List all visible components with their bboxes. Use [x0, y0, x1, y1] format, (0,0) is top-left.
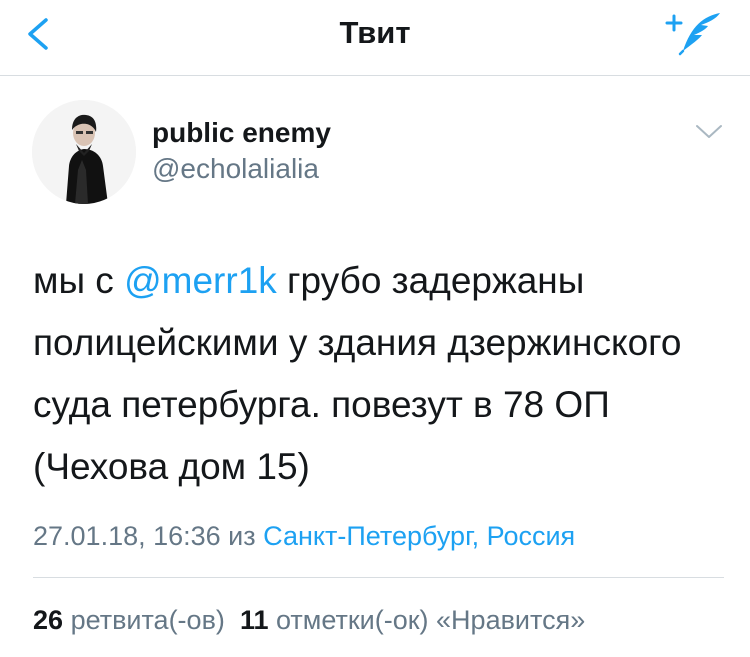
page-title: Твит — [339, 15, 411, 50]
avatar[interactable] — [32, 100, 136, 204]
mention-link[interactable]: @merr1k — [124, 260, 277, 301]
author-name[interactable]: public enemy — [152, 117, 331, 149]
compose-tweet-icon[interactable] — [664, 10, 724, 56]
chevron-down-icon[interactable] — [694, 122, 724, 142]
divider — [33, 577, 724, 578]
retweets-stat[interactable]: 26 ретвита(-ов) — [33, 605, 225, 635]
likes-count: 11 — [239, 605, 269, 635]
location-link[interactable]: Санкт-Петербург, Россия — [263, 521, 575, 551]
engagement-stats: 26 ретвита(-ов) 11 отметки(-ок) «Нравитс… — [33, 605, 585, 636]
avatar-photo — [32, 100, 136, 204]
likes-label: отметки(-ок) «Нравится» — [276, 605, 586, 635]
tweet-text-before: мы с — [33, 260, 125, 301]
retweets-label: ретвита(-ов) — [70, 605, 225, 635]
retweets-count: 26 — [33, 605, 64, 635]
likes-stat[interactable]: 11 отметки(-ок) «Нравится» — [232, 605, 585, 635]
timestamp: 27.01.18, 16:36 из — [33, 521, 256, 551]
tweet-meta: 27.01.18, 16:36 из Санкт-Петербург, Росс… — [33, 521, 575, 552]
author-handle[interactable]: @echolalialia — [152, 153, 319, 185]
tweet-text: мы с @merr1k грубо задержаны полицейским… — [33, 250, 733, 498]
navigation-bar: Твит — [0, 0, 750, 76]
